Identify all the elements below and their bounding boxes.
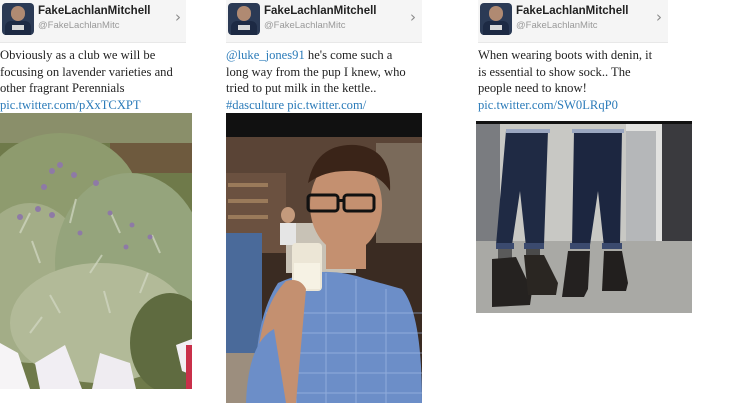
tweet-card-2: FakeLachlanMitchell @FakeLachlanMitc › @… [226,0,422,407]
tweet-text-3: When wearing boots with denin, it is ess… [478,47,652,113]
chevron-right-icon[interactable]: › [171,8,185,26]
tweet-line: is essential to show sock.. The [478,64,631,79]
hashtag-link[interactable]: #dasculture [226,98,284,112]
avatar-icon[interactable] [480,3,512,35]
tweet-header-2[interactable]: FakeLachlanMitchell @FakeLachlanMitc › [226,0,422,43]
tweet-text-2: @luke_jones91 he's come such a long way … [226,47,406,113]
jeans-and-boots-photo[interactable] [476,121,692,313]
display-name[interactable]: FakeLachlanMitchell [38,5,150,17]
tweet-header-1[interactable]: FakeLachlanMitchell @FakeLachlanMitc › [0,0,186,43]
pic-link[interactable]: pic.twitter.com/ [287,98,366,112]
tweet-line: he's come such a [304,48,393,62]
tweet-line: focusing on lavender varieties and [0,64,173,79]
tweet-line: other fragrant Perennials [0,81,125,95]
mention-link[interactable]: @luke_jones91 [226,48,305,62]
tweet-line: long way from the pup I knew, who [226,64,406,79]
tweet-card-3: FakeLachlanMitchell @FakeLachlanMitc › W… [476,0,696,407]
display-name[interactable]: FakeLachlanMitchell [264,5,376,17]
man-drinking-milk-photo[interactable] [226,113,422,403]
display-name[interactable]: FakeLachlanMitchell [516,5,628,17]
tweet-line: people need to know! [478,81,587,95]
tweet-card-1: FakeLachlanMitchell @FakeLachlanMitc › O… [0,0,192,407]
avatar-icon[interactable] [228,3,260,35]
user-handle: @FakeLachlanMitc [516,20,598,31]
chevron-right-icon[interactable]: › [652,8,666,26]
tweet-header-3[interactable]: FakeLachlanMitchell @FakeLachlanMitc › [478,0,668,43]
chevron-right-icon[interactable]: › [406,8,420,26]
tweet-text-1: Obviously as a club we will be focusing … [0,47,173,113]
user-handle: @FakeLachlanMitc [38,20,120,31]
pic-link[interactable]: pic.twitter.com/pXxTCXPT [0,97,173,114]
avatar-icon[interactable] [2,3,34,35]
lavender-plants-photo[interactable] [0,113,192,389]
tweet-line: Obviously as a club we will be [0,48,156,62]
tweet-line: tried to put milk in the kettle.. [226,81,377,95]
tweet-line: When wearing boots with denin, it [478,48,653,62]
user-handle: @FakeLachlanMitc [264,20,346,31]
pic-link[interactable]: pic.twitter.com/SW0LRqP0 [478,97,652,114]
